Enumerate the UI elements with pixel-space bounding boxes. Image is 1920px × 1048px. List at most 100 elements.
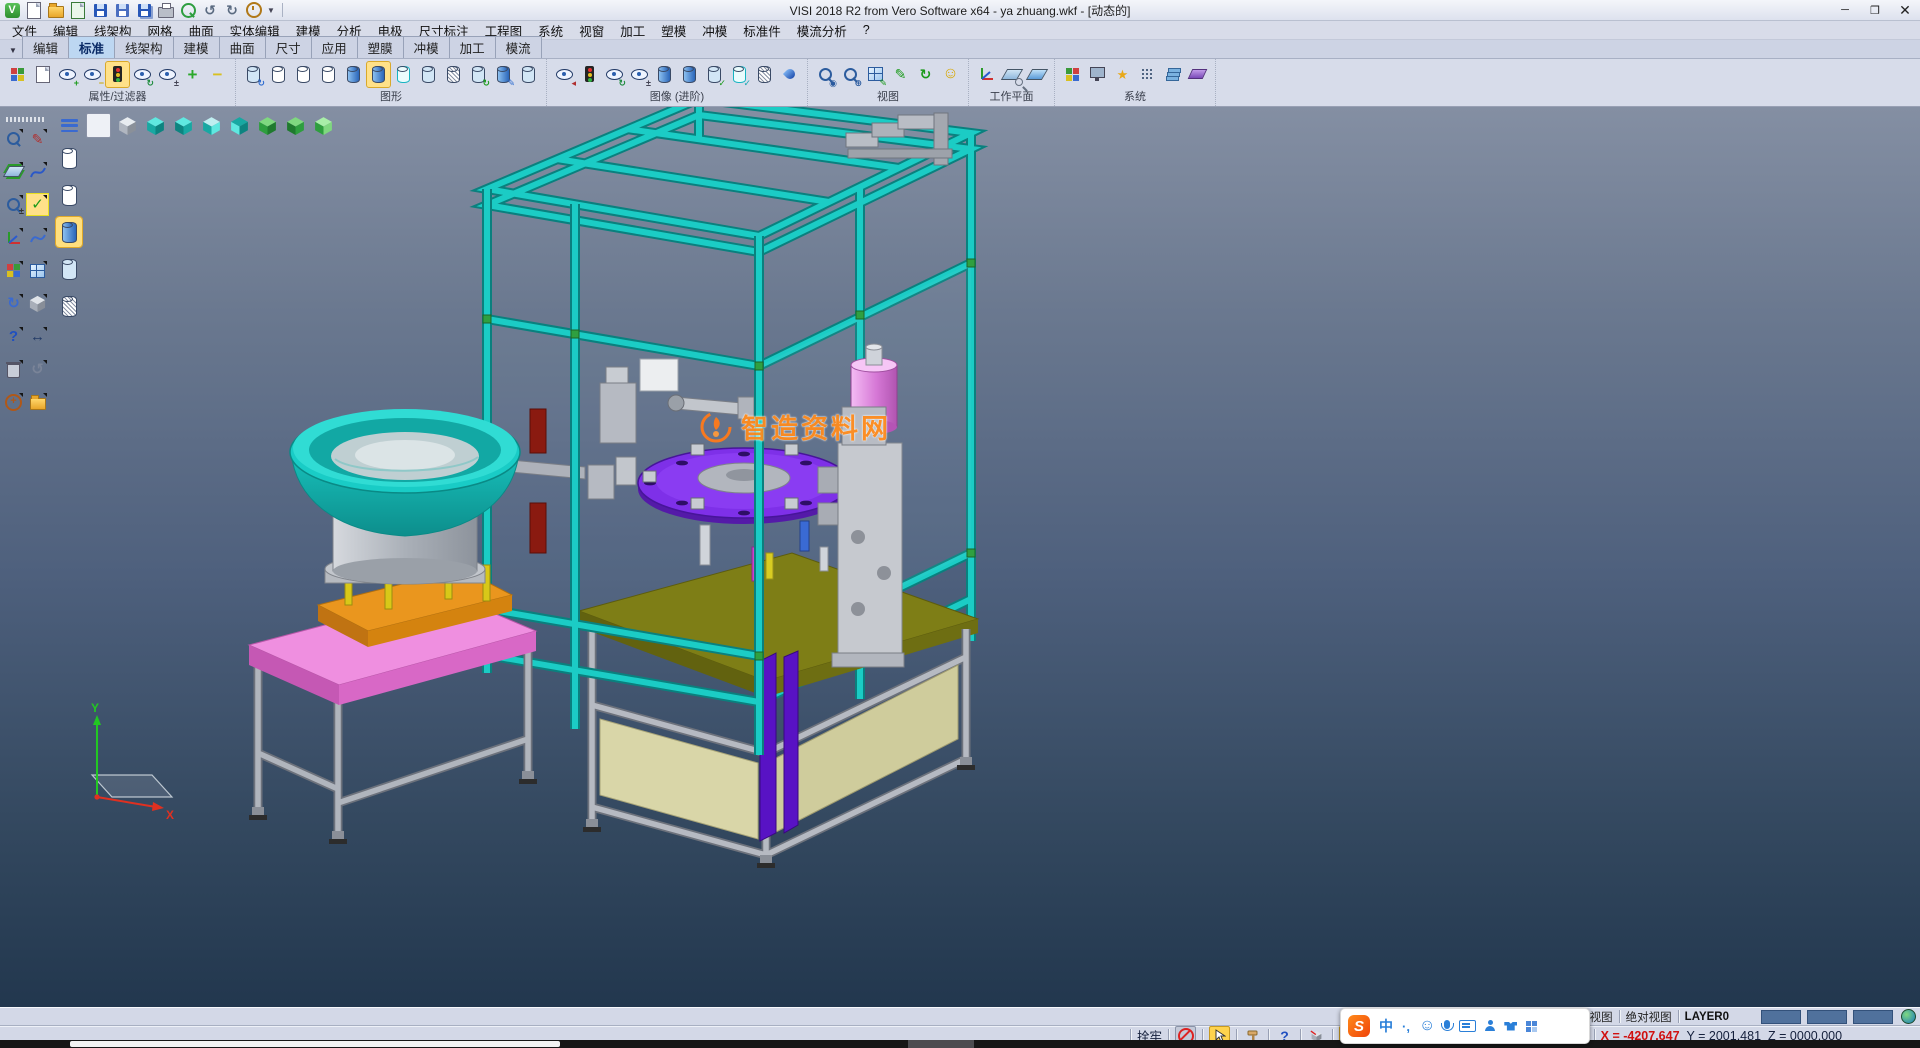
tab-surface[interactable]: 曲面 [219,36,266,58]
open-file-icon[interactable] [47,2,65,18]
system-slab-icon[interactable] [1186,62,1209,87]
system-layers-icon[interactable] [1161,62,1184,87]
edit-delete-icon[interactable]: ✎ [27,128,48,149]
workplane-zoom-icon[interactable] [1000,62,1023,87]
transparent-cylinder-strip-icon[interactable] [56,254,82,284]
graphics-refresh-icon[interactable]: ↻ [242,62,265,87]
advanced-mesh-icon[interactable] [753,62,776,87]
account-icon[interactable] [1485,1021,1495,1031]
help-icon[interactable]: ? [3,326,24,347]
advanced-check-green-icon[interactable]: ✓ [703,62,726,87]
zoom-toggle-icon[interactable]: ± [3,194,24,215]
layer-color-swatch-3[interactable] [1853,1010,1893,1024]
menu-progress[interactable]: 冲模 [694,21,735,40]
iso-cube-teal-icon-3[interactable] [200,114,223,137]
refresh-visibility-icon[interactable]: ↻ [131,62,154,87]
sogou-logo-icon[interactable]: S [1348,1015,1370,1037]
undo-icon[interactable]: ↺ [201,2,219,18]
workplane-plane-icon[interactable] [1025,62,1048,87]
layer-color-swatch-2[interactable] [1807,1010,1847,1024]
graphics-viewport[interactable]: Y X 智造资料网 [0,107,1920,1007]
iso-cube-green-icon-2[interactable] [284,114,307,137]
active-layer-button[interactable]: LAYER0 [1685,1011,1729,1023]
attribute-brush-icon[interactable] [6,62,29,87]
iso-cube-teal-icon-1[interactable] [144,114,167,137]
voice-input-icon[interactable] [1444,1023,1450,1029]
attribute-document-icon[interactable] [31,62,54,87]
menu-standard-parts[interactable]: 标准件 [735,21,789,40]
redo-icon[interactable]: ↻ [223,2,241,18]
save-as-icon[interactable] [113,2,131,18]
attributes-palette-icon[interactable] [3,260,24,281]
window-pane-icon[interactable] [27,260,48,281]
print-preview-icon[interactable] [179,2,197,18]
solid-cube-icon[interactable] [27,293,48,314]
paint-solid-icon[interactable]: ✎ [492,62,515,87]
view-sketch-icon[interactable]: ✎ [889,62,912,87]
layer-color-swatch-1[interactable] [1761,1010,1801,1024]
ghost-cylinder-icon[interactable] [417,62,440,87]
show-hide-toggle-icon[interactable]: ± [156,62,179,87]
wireframe-cylinder-strip-icon-2[interactable] [56,180,82,210]
close-button[interactable]: ✕ [1890,0,1920,20]
menu-window[interactable]: 视窗 [571,21,612,40]
advanced-refresh-view-icon[interactable]: ↻ [603,62,626,87]
regen-solid-icon[interactable]: ↻ [467,62,490,87]
tab-edit[interactable]: 编辑 [22,36,69,58]
regenerate-icon[interactable]: ↻ [3,293,24,314]
qat-dropdown-icon[interactable]: ▼ [267,6,275,15]
delete-trash-icon[interactable] [3,359,24,380]
system-point-grid-icon[interactable] [1136,62,1159,87]
filter-traffic-light-icon[interactable] [106,62,129,87]
view-zoom-eye-icon[interactable]: ◉ [814,62,837,87]
plane-handles-icon[interactable] [3,161,24,182]
view-render-smiley-icon[interactable]: ☺ [939,62,962,87]
advanced-shaded-icon-2[interactable] [678,62,701,87]
advanced-toggle-view-icon[interactable]: ± [628,62,651,87]
open-folder-icon[interactable] [27,392,48,413]
menu-mould[interactable]: 塑模 [653,21,694,40]
chinese-mode-icon[interactable]: 中 [1379,1016,1393,1036]
advanced-select-view-icon[interactable]: ◂ [553,62,576,87]
shaded-cylinder-icon[interactable] [342,62,365,87]
iso-cube-gray-icon[interactable] [116,114,139,137]
workplane-axes-icon[interactable] [975,62,998,87]
wireframe-cylinder-icon-1[interactable] [267,62,290,87]
shaded-cylinder-strip-icon[interactable] [56,217,82,247]
empty-view-box-icon[interactable] [86,113,111,138]
minimize-button[interactable]: ─ [1830,0,1860,20]
history-icon[interactable] [245,2,263,18]
system-monitor-icon[interactable] [1086,62,1109,87]
skin-icon[interactable] [1504,1022,1517,1031]
wireframe-cylinder-icon-3[interactable] [317,62,340,87]
tab-wireframe[interactable]: 线架构 [114,36,174,58]
spline-edit-icon[interactable] [27,227,48,248]
h-line-cylinder-icon[interactable] [442,62,465,87]
view-zoom-pair-icon[interactable]: ⊕ [839,62,862,87]
wireframe-cylinder-strip-icon-1[interactable] [56,143,82,173]
transparent-cylinder-icon[interactable] [392,62,415,87]
system-spark-icon[interactable]: ★ [1111,62,1134,87]
hidden-line-cylinder-strip-icon[interactable] [56,291,82,321]
system-color-grid-icon[interactable] [1061,62,1084,87]
tab-flow[interactable]: 模流 [495,36,542,58]
iso-cube-green-icon-1[interactable] [256,114,279,137]
zoom-preview-icon[interactable] [3,128,24,149]
viewport-menu-icon[interactable] [58,114,81,137]
iso-cube-green-icon-3[interactable] [312,114,335,137]
advanced-check-teal-icon[interactable]: ✓ [728,62,751,87]
tab-standard[interactable]: 标准 [68,36,115,58]
advanced-shading-drop-icon[interactable] [778,62,801,87]
punctuation-icon[interactable]: ·, [1402,1019,1410,1034]
view-mode-button[interactable]: 绝对视图 [1626,1009,1672,1025]
menu-machining[interactable]: 加工 [612,21,653,40]
navigation-wheel-icon[interactable]: + [3,392,24,413]
iso-cube-teal-icon-4[interactable] [228,114,251,137]
soft-keyboard-icon[interactable] [1459,1020,1476,1032]
hide-all-icon[interactable]: − [206,62,229,87]
advanced-shaded-icon-1[interactable] [653,62,676,87]
advanced-traffic-light-icon[interactable] [578,62,601,87]
save-all-icon[interactable] [135,2,153,18]
menu-flow-analysis[interactable]: 模流分析 [789,21,855,40]
toolbar-drag-handle[interactable] [6,117,46,122]
